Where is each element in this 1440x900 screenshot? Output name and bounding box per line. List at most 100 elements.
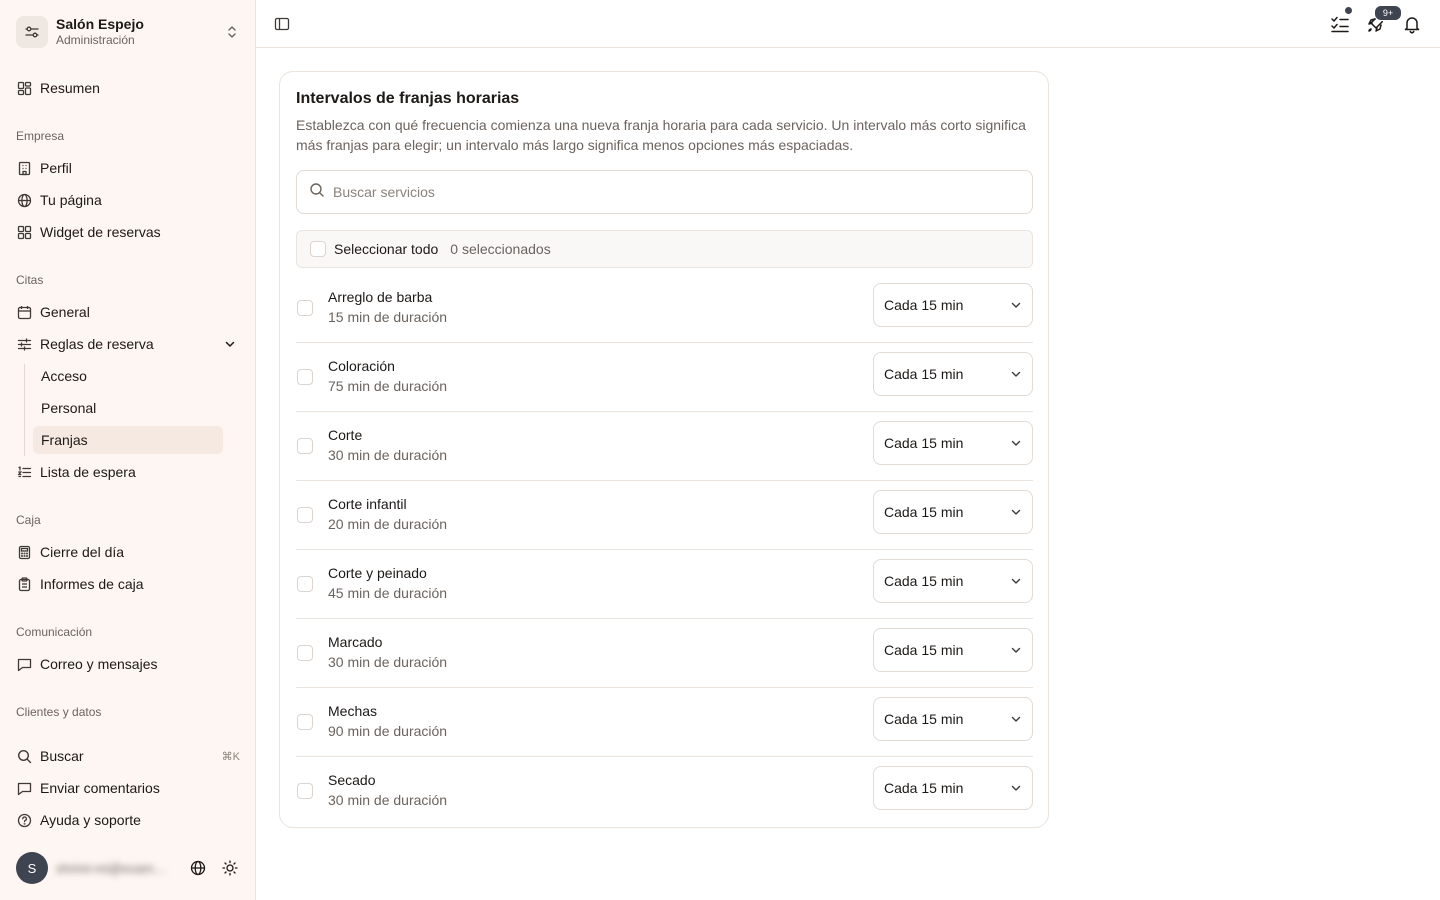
submenu-guide-line: [24, 364, 25, 456]
select-all-checkbox[interactable]: [310, 241, 326, 257]
service-name: Corte infantil: [328, 496, 407, 512]
slot-intervals-card: Intervalos de franjas horarias Establezc…: [279, 71, 1049, 828]
nav-item-booking-rules[interactable]: Reglas de reserva: [16, 332, 240, 356]
service-duration: 30 min de duración: [328, 792, 448, 808]
nav-item-profile[interactable]: Perfil: [16, 156, 240, 180]
service-checkbox[interactable]: [297, 576, 313, 592]
service-row: Mechas 90 min de duración Cada 15 min: [296, 688, 1033, 757]
sub-item-slots[interactable]: Franjas: [33, 426, 223, 454]
search-input[interactable]: [333, 184, 1013, 200]
service-name: Corte: [328, 427, 363, 443]
org-subtitle: Administración: [56, 33, 135, 47]
service-row: Corte infantil 20 min de duración Cada 1…: [296, 481, 1033, 550]
nav-label: Resumen: [40, 80, 100, 96]
sub-item-access[interactable]: Acceso: [33, 362, 223, 390]
sidebar: Salón Espejo Administración Resumen Empr…: [0, 0, 256, 900]
service-row: Corte y peinado 45 min de duración Cada …: [296, 550, 1033, 619]
interval-select[interactable]: Cada 15 min: [873, 697, 1033, 741]
service-row: Coloración 75 min de duración Cada 15 mi…: [296, 343, 1033, 412]
interval-select[interactable]: Cada 15 min: [873, 421, 1033, 465]
tasks-checklist-icon[interactable]: [1330, 6, 1353, 34]
chevron-down-icon: [222, 336, 238, 352]
select-all-bar: Seleccionar todo 0 seleccionados: [296, 230, 1033, 268]
settings-sliders-icon: [16, 16, 48, 48]
interval-value: Cada 15 min: [884, 642, 964, 658]
card-description: Establezca con qué frecuencia comienza u…: [296, 117, 1026, 153]
interval-value: Cada 15 min: [884, 366, 964, 382]
service-checkbox[interactable]: [297, 645, 313, 661]
nav-label: Cierre del día: [40, 544, 125, 560]
interval-select[interactable]: Cada 15 min: [873, 766, 1033, 810]
interval-value: Cada 15 min: [884, 504, 964, 520]
nav-item-help[interactable]: Ayuda y soporte: [16, 808, 240, 832]
service-search: [296, 170, 1033, 214]
sub-item-staff[interactable]: Personal: [33, 394, 223, 422]
nav-item-waitlist[interactable]: Lista de espera: [16, 460, 240, 484]
search-shortcut: ⌘K: [221, 750, 240, 763]
nav-label: Enviar comentarios: [40, 780, 160, 796]
nav-item-search[interactable]: Buscar ⌘K: [16, 744, 240, 768]
org-name: Salón Espejo: [56, 16, 144, 32]
service-name: Coloración: [328, 358, 395, 374]
nav-item-booking-widget[interactable]: Widget de reservas: [16, 220, 240, 244]
section-appointments: Citas: [16, 273, 44, 287]
tasks-indicator-dot: [1344, 6, 1353, 15]
interval-select[interactable]: Cada 15 min: [873, 628, 1033, 672]
search-icon: [16, 748, 32, 764]
chevron-down-icon: [1009, 643, 1023, 657]
calendar-icon: [16, 304, 32, 320]
globe-icon[interactable]: [190, 860, 206, 876]
avatar[interactable]: S: [16, 852, 48, 884]
section-communication: Comunicación: [16, 625, 93, 639]
section-company: Empresa: [16, 129, 65, 143]
interval-select[interactable]: Cada 15 min: [873, 352, 1033, 396]
service-checkbox[interactable]: [297, 507, 313, 523]
interval-value: Cada 15 min: [884, 435, 964, 451]
service-checkbox[interactable]: [297, 783, 313, 799]
service-name: Marcado: [328, 634, 383, 650]
message-square-icon: [16, 780, 32, 796]
nav-item-your-page[interactable]: Tu página: [16, 188, 240, 212]
org-switcher[interactable]: Salón Espejo Administración: [16, 14, 240, 50]
service-duration: 90 min de duración: [328, 723, 448, 739]
interval-select[interactable]: Cada 15 min: [873, 490, 1033, 534]
bell-icon[interactable]: [1402, 14, 1422, 34]
message-square-icon: [16, 656, 32, 672]
service-name: Mechas: [328, 703, 378, 719]
nav-item-general[interactable]: General: [16, 300, 240, 324]
service-checkbox[interactable]: [297, 300, 313, 316]
service-checkbox[interactable]: [297, 369, 313, 385]
service-duration: 20 min de duración: [328, 516, 448, 532]
section-clients: Clientes y datos: [16, 705, 102, 719]
card-title: Intervalos de franjas horarias: [296, 90, 520, 107]
service-row: Arreglo de barba 15 min de duración Cada…: [296, 274, 1033, 343]
globe-icon: [16, 192, 32, 208]
chevron-down-icon: [1009, 781, 1023, 795]
service-name: Arreglo de barba: [328, 289, 433, 305]
nav-item-mail-messages[interactable]: Correo y mensajes: [16, 652, 240, 676]
service-row: Secado 30 min de duración Cada 15 min: [296, 757, 1033, 826]
interval-select[interactable]: Cada 15 min: [873, 559, 1033, 603]
rocket-icon[interactable]: 9+: [1366, 5, 1402, 34]
chevron-down-icon: [1009, 712, 1023, 726]
select-all-label[interactable]: Seleccionar todo: [334, 241, 438, 257]
service-duration: 75 min de duración: [328, 378, 448, 394]
chevron-down-icon: [1009, 436, 1023, 450]
selected-count: 0 seleccionados: [450, 241, 551, 257]
nav-label: Lista de espera: [40, 464, 136, 480]
nav-item-day-close[interactable]: Cierre del día: [16, 540, 240, 564]
user-email[interactable]: shrimi-mi@exam…: [56, 861, 174, 876]
interval-select[interactable]: Cada 15 min: [873, 283, 1033, 327]
service-checkbox[interactable]: [297, 438, 313, 454]
section-cash: Caja: [16, 513, 41, 527]
nav-item-summary[interactable]: Resumen: [16, 76, 240, 100]
nav-label: Correo y mensajes: [40, 656, 158, 672]
service-checkbox[interactable]: [297, 714, 313, 730]
sun-icon[interactable]: [222, 860, 238, 876]
list-ordered-icon: [16, 464, 32, 480]
nav-item-cash-reports[interactable]: Informes de caja: [16, 572, 240, 596]
service-name: Secado: [328, 772, 376, 788]
sidebar-toggle-icon[interactable]: [274, 16, 290, 32]
chevron-down-icon: [1009, 574, 1023, 588]
nav-item-feedback[interactable]: Enviar comentarios: [16, 776, 240, 800]
